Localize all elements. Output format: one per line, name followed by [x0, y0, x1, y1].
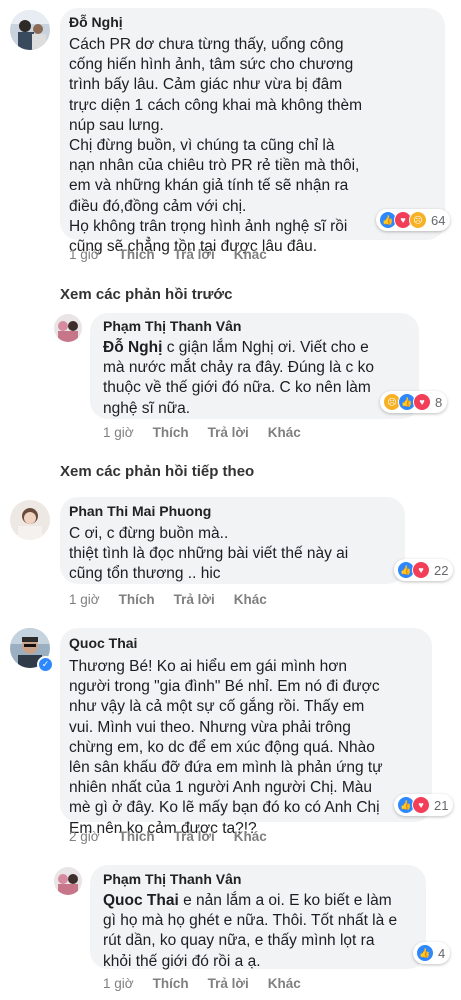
reaction-summary[interactable]: 👍 ♥ ☹ 64	[376, 209, 451, 231]
text-line: như vậy là cả một sự cố gắng rồi. Thấy e…	[69, 698, 365, 716]
like-button[interactable]: Thích	[119, 247, 155, 262]
comment-time[interactable]: 1 giờ	[103, 976, 134, 991]
text-line: gì họ mà họ ghét e nữa. Thôi. Tốt nhất l…	[103, 912, 398, 930]
text-line: mà nước mắt chảy ra đây. Đúng là c ko	[103, 359, 374, 377]
reply-button[interactable]: Trả lời	[208, 976, 249, 991]
heart-icon: ♥	[412, 561, 430, 579]
text-line: vui. Mình vui theo. Nhưng vừa phải trông	[69, 718, 351, 736]
reaction-summary[interactable]: 👍 4	[413, 942, 451, 964]
like-button[interactable]: Thích	[119, 829, 155, 844]
text-line: thuộc về thế giới đó nữa. C ko nên làm	[103, 379, 371, 397]
more-button[interactable]: Khác	[268, 976, 301, 991]
text-line: C ơi, c đừng buồn mà..	[69, 525, 229, 542]
comment-author[interactable]: Phan Thi Mai Phuong	[69, 503, 211, 519]
text-line: lên sân khấu đỡ đứa em mình là phản ứng …	[69, 759, 383, 777]
comment-actions: 2 giờ Thích Trả lời Khác	[69, 829, 286, 844]
comment-actions: 1 giờ Thích Trả lời Khác	[103, 425, 320, 440]
avatar[interactable]	[10, 10, 50, 50]
reply-button[interactable]: Trả lời	[174, 829, 215, 844]
avatar[interactable]	[54, 314, 82, 342]
comment-author[interactable]: Quoc Thai	[69, 635, 137, 651]
reply-button[interactable]: Trả lời	[174, 247, 215, 262]
text-line: Họ không trân trọng hình ảnh nghệ sĩ rồi	[69, 217, 348, 235]
comment-text: Cách PR dơ chưa từng thấy, uổng công cốn…	[69, 35, 362, 257]
comment-actions: 1 giờ Thích Trả lời Khác	[103, 976, 320, 991]
text-line: rút dần, ko quay nữa, e thấy mình lọt ra	[103, 932, 375, 950]
avatar[interactable]	[10, 500, 50, 540]
reaction-count: 64	[431, 212, 446, 228]
reaction-count: 21	[434, 797, 449, 813]
like-icon: 👍	[416, 944, 434, 962]
text-line: Thương Bé! Ko ai hiểu em gái mình hơn	[69, 658, 347, 675]
comment-text: Quoc Thai e nản lắm a oi. E ko biết e là…	[103, 891, 397, 972]
reaction-count: 22	[434, 562, 449, 578]
text-line: Đỗ Nghị c giận lắm Nghị ơi. Viết cho e	[103, 339, 369, 356]
text-line: Quoc Thai e nản lắm a oi. E ko biết e là…	[103, 892, 392, 909]
more-button[interactable]: Khác	[234, 829, 267, 844]
comment-actions: 1 giờ Thích Trả lời Khác	[69, 247, 286, 262]
reaction-summary[interactable]: 👍 ♥ 21	[394, 794, 454, 816]
reaction-count: 4	[438, 945, 446, 961]
mention-tag[interactable]: Đỗ Nghị	[103, 339, 162, 356]
comment-text: Thương Bé! Ko ai hiểu em gái mình hơn ng…	[69, 657, 383, 839]
more-button[interactable]: Khác	[268, 425, 301, 440]
text-line: mè gì ở đây. Ko lẽ mấy bạn đó ko có Anh …	[69, 799, 380, 817]
check-badge-icon: ✓	[37, 656, 54, 673]
comment-actions: 1 giờ Thích Trả lời Khác	[69, 592, 286, 607]
like-button[interactable]: Thích	[153, 976, 189, 991]
comment-text: Đỗ Nghị c giận lắm Nghị ơi. Viết cho e m…	[103, 338, 374, 419]
text-line: khỏi thế giới đó rồi a ạ.	[103, 952, 261, 970]
text-line: thiệt tình là đọc những bài viết thế này…	[69, 545, 349, 563]
sad-face-icon: ☹	[409, 211, 427, 229]
view-next-replies-link[interactable]: Xem các phản hồi tiếp theo	[60, 463, 254, 480]
reply-button[interactable]: Trả lời	[174, 592, 215, 607]
avatar[interactable]	[54, 867, 82, 895]
text-line: cống hiến hình ảnh, tâm sức cho chương	[69, 56, 354, 74]
comment-text: C ơi, c đừng buồn mà.. thiệt tình là đọc…	[69, 524, 348, 585]
comment-time[interactable]: 2 giờ	[69, 829, 100, 844]
reaction-summary[interactable]: 👍 ♥ 22	[394, 559, 454, 581]
comment-author[interactable]: Phạm Thị Thanh Vân	[103, 318, 241, 334]
text-line: nạn nhân của chiêu trò PR rẻ tiền mà thô…	[69, 157, 360, 175]
text-line: cũng tổn thương .. hic	[69, 565, 221, 583]
reaction-count: 8	[435, 394, 443, 410]
text-line: trình bấy lâu. Cảm giác như vừa bị đâm	[69, 76, 343, 94]
mention-tag[interactable]: Quoc Thai	[103, 892, 179, 909]
view-previous-replies-link[interactable]: Xem các phản hồi trước	[60, 286, 232, 303]
more-button[interactable]: Khác	[234, 247, 267, 262]
like-button[interactable]: Thích	[119, 592, 155, 607]
text-line: Cách PR dơ chưa từng thấy, uổng công	[69, 36, 344, 53]
comment-time[interactable]: 1 giờ	[69, 247, 100, 262]
like-button[interactable]: Thích	[153, 425, 189, 440]
text-line: trực diện 1 cách công khai mà không thèm	[69, 96, 362, 114]
text-line: người trong "gia đình" Bé nhỉ. Em nó đi …	[69, 678, 380, 696]
heart-icon: ♥	[413, 393, 431, 411]
text-line: em và những khán giả tính tế sẽ nhận ra	[69, 177, 349, 195]
text-line: điều đó,đồng cảm với chị.	[69, 197, 247, 215]
reaction-summary[interactable]: ☹ 👍 ♥ 8	[380, 391, 448, 413]
more-button[interactable]: Khác	[234, 592, 267, 607]
text-line: nhiên nhất của 1 người Anh người Chị. Mà…	[69, 779, 373, 797]
comment-time[interactable]: 1 giờ	[103, 425, 134, 440]
heart-icon: ♥	[412, 796, 430, 814]
comment-time[interactable]: 1 giờ	[69, 592, 100, 607]
text-line: Chị đừng buồn, vì chúng ta cũng chỉ là	[69, 137, 335, 155]
comment-author[interactable]: Đỗ Nghị	[69, 14, 123, 30]
comment-author[interactable]: Phạm Thị Thanh Vân	[103, 871, 241, 887]
text-line: núp sau lưng.	[69, 116, 164, 134]
text-line: nghệ sĩ nữa.	[103, 399, 191, 417]
text-line: chừng em, ko dc để em xúc động quá. Nhào	[69, 738, 375, 756]
reply-button[interactable]: Trả lời	[208, 425, 249, 440]
